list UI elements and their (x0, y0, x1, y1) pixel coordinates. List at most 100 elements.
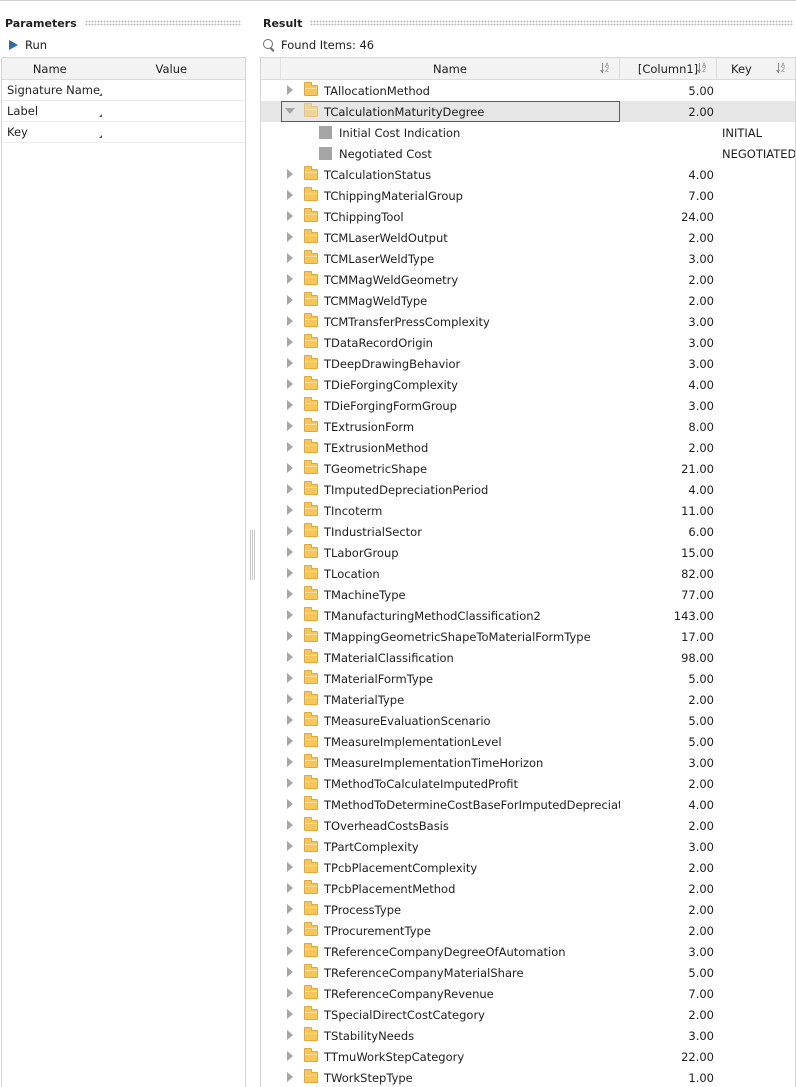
tree-row[interactable]: TCMLaserWeldType 3.00 (261, 248, 795, 269)
tree-row-name-cell[interactable]: Negotiated Cost (281, 143, 620, 164)
tree-row-name-cell[interactable]: TCalculationMaturityDegree (281, 101, 620, 122)
tree-row-name-cell[interactable]: TCMLaserWeldType (281, 248, 620, 269)
expand-arrow-icon[interactable] (287, 967, 293, 977)
expand-arrow-icon[interactable] (287, 421, 293, 431)
parameter-value-input[interactable] (102, 101, 245, 121)
tree-row-name-cell[interactable]: TMethodToDetermineCostBaseForImputedDepr… (281, 794, 620, 815)
parameter-row[interactable]: Label (2, 101, 245, 122)
expand-arrow-icon[interactable] (287, 232, 293, 242)
tree-row-name-cell[interactable]: TCMLaserWeldOutput (281, 227, 620, 248)
expand-arrow-icon[interactable] (287, 652, 293, 662)
expand-arrow-icon[interactable] (287, 169, 293, 179)
panel-splitter[interactable] (250, 530, 255, 580)
tree-row-name-cell[interactable]: TGeometricShape (281, 458, 620, 479)
tree-row-name-cell[interactable]: TChippingMaterialGroup (281, 185, 620, 206)
tree-row[interactable]: TExtrusionMethod 2.00 (261, 437, 795, 458)
run-button[interactable]: Run (9, 37, 47, 53)
tree-row[interactable]: TCMMagWeldGeometry 2.00 (261, 269, 795, 290)
expand-arrow-icon[interactable] (287, 631, 293, 641)
tree-row-name-cell[interactable]: TTmuWorkStepCategory (281, 1046, 620, 1067)
tree-row[interactable]: TMeasureImplementationLevel 5.00 (261, 731, 795, 752)
tree-row-name-cell[interactable]: TProcurementType (281, 920, 620, 941)
parameter-value-input[interactable] (102, 80, 245, 100)
tree-row-name-cell[interactable]: TDieForgingComplexity (281, 374, 620, 395)
tree-row-name-cell[interactable]: TMaterialFormType (281, 668, 620, 689)
expand-arrow-icon[interactable] (287, 1051, 293, 1061)
tree-row[interactable]: TMaterialFormType 5.00 (261, 668, 795, 689)
tree-row[interactable]: TProcurementType 2.00 (261, 920, 795, 941)
tree-row[interactable]: TReferenceCompanyRevenue 7.00 (261, 983, 795, 1004)
tree-child-row[interactable]: Initial Cost Indication INITIAL (261, 122, 795, 143)
tree-row-name-cell[interactable]: TChippingTool (281, 206, 620, 227)
tree-row-name-cell[interactable]: TMeasureImplementationLevel (281, 731, 620, 752)
tree-row-name-cell[interactable]: TIncoterm (281, 500, 620, 521)
collapse-arrow-icon[interactable] (285, 108, 295, 114)
tree-row[interactable]: TProcessType 2.00 (261, 899, 795, 920)
expand-arrow-icon[interactable] (287, 694, 293, 704)
tree-row-name-cell[interactable]: TOverheadCostsBasis (281, 815, 620, 836)
expand-arrow-icon[interactable] (287, 568, 293, 578)
tree-row[interactable]: TIndustrialSector 6.00 (261, 521, 795, 542)
tree-row-name-cell[interactable]: TExtrusionForm (281, 416, 620, 437)
expand-arrow-icon[interactable] (287, 463, 293, 473)
tree-row[interactable]: TMethodToDetermineCostBaseForImputedDepr… (261, 794, 795, 815)
sort-az-icon[interactable]: AZ (697, 63, 710, 74)
tree-row-name-cell[interactable]: TReferenceCompanyDegreeOfAutomation (281, 941, 620, 962)
expand-arrow-icon[interactable] (287, 925, 293, 935)
tree-row-name-cell[interactable]: TReferenceCompanyMaterialShare (281, 962, 620, 983)
expand-arrow-icon[interactable] (287, 316, 293, 326)
column-header-name[interactable]: Name AZ (281, 58, 620, 79)
tree-row-name-cell[interactable]: TStabilityNeeds (281, 1025, 620, 1046)
tree-row-name-cell[interactable]: TWorkStepType (281, 1067, 620, 1087)
tree-row-name-cell[interactable]: TPartComplexity (281, 836, 620, 857)
tree-row-name-cell[interactable]: TIndustrialSector (281, 521, 620, 542)
tree-row-name-cell[interactable]: TMaterialType (281, 689, 620, 710)
tree-row[interactable]: TMethodToCalculateImputedProfit 2.00 (261, 773, 795, 794)
expand-arrow-icon[interactable] (287, 988, 293, 998)
tree-row[interactable]: TDeepDrawingBehavior 3.00 (261, 353, 795, 374)
expand-arrow-icon[interactable] (287, 295, 293, 305)
tree-row[interactable]: TExtrusionForm 8.00 (261, 416, 795, 437)
tree-row-name-cell[interactable]: TDataRecordOrigin (281, 332, 620, 353)
expand-arrow-icon[interactable] (287, 505, 293, 515)
tree-row[interactable]: TMeasureImplementationTimeHorizon 3.00 (261, 752, 795, 773)
parameter-row[interactable]: Signature Name (2, 80, 245, 101)
expand-arrow-icon[interactable] (287, 442, 293, 452)
tree-row[interactable]: TLocation 82.00 (261, 563, 795, 584)
expand-arrow-icon[interactable] (287, 358, 293, 368)
column-header-column1[interactable]: [Column1] AZ (620, 58, 717, 79)
tree-row[interactable]: TTmuWorkStepCategory 22.00 (261, 1046, 795, 1067)
tree-row-name-cell[interactable]: TManufacturingMethodClassification2 (281, 605, 620, 626)
tree-row[interactable]: TOverheadCostsBasis 2.00 (261, 815, 795, 836)
expand-arrow-icon[interactable] (287, 946, 293, 956)
expand-arrow-icon[interactable] (287, 778, 293, 788)
tree-row-name-cell[interactable]: TMeasureEvaluationScenario (281, 710, 620, 731)
tree-row-name-cell[interactable]: TCalculationStatus (281, 164, 620, 185)
tree-row[interactable]: TManufacturingMethodClassification2 143.0… (261, 605, 795, 626)
parameter-value-input[interactable] (102, 122, 245, 142)
tree-row[interactable]: TIncoterm 11.00 (261, 500, 795, 521)
tree-row-name-cell[interactable]: TMaterialClassification (281, 647, 620, 668)
tree-row-name-cell[interactable]: TImputedDepreciationPeriod (281, 479, 620, 500)
expand-arrow-icon[interactable] (287, 337, 293, 347)
expand-arrow-icon[interactable] (287, 211, 293, 221)
tree-row[interactable]: TChippingMaterialGroup 7.00 (261, 185, 795, 206)
tree-row[interactable]: TCalculationStatus 4.00 (261, 164, 795, 185)
expand-arrow-icon[interactable] (287, 484, 293, 494)
tree-row[interactable]: TMeasureEvaluationScenario 5.00 (261, 710, 795, 731)
sort-az-icon[interactable]: AZ (776, 63, 789, 74)
tree-row[interactable]: TSpecialDirectCostCategory 2.00 (261, 1004, 795, 1025)
tree-row-name-cell[interactable]: TCMMagWeldGeometry (281, 269, 620, 290)
tree-row-name-cell[interactable]: TExtrusionMethod (281, 437, 620, 458)
tree-row-name-cell[interactable]: TMethodToCalculateImputedProfit (281, 773, 620, 794)
expand-arrow-icon[interactable] (287, 379, 293, 389)
expand-arrow-icon[interactable] (287, 547, 293, 557)
tree-row-name-cell[interactable]: TPcbPlacementMethod (281, 878, 620, 899)
expand-arrow-icon[interactable] (287, 841, 293, 851)
tree-row-name-cell[interactable]: TDeepDrawingBehavior (281, 353, 620, 374)
expand-arrow-icon[interactable] (287, 526, 293, 536)
tree-row-name-cell[interactable]: TMappingGeometricShapeToMaterialFormType (281, 626, 620, 647)
column-header-key[interactable]: Key AZ (717, 58, 795, 79)
tree-row[interactable]: TDieForgingFormGroup 3.00 (261, 395, 795, 416)
expand-arrow-icon[interactable] (287, 883, 293, 893)
